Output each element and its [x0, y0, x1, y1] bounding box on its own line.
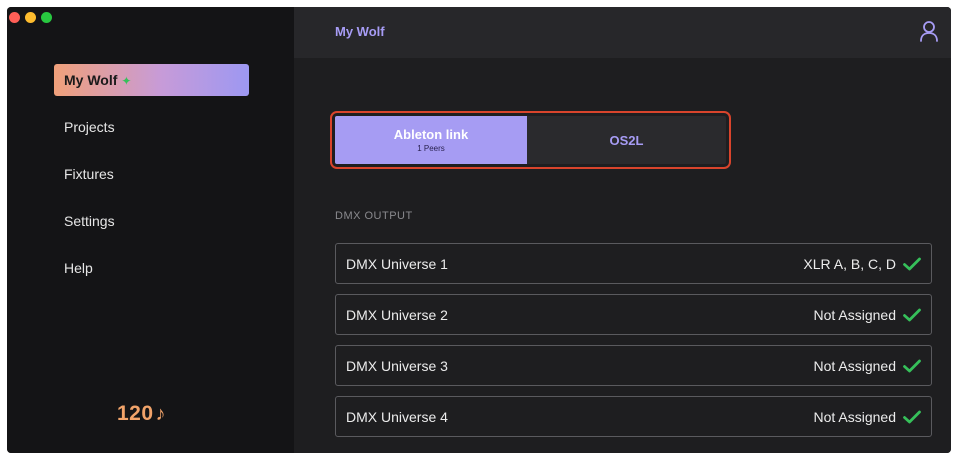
- sidebar-item-my-wolf[interactable]: My Wolf ✦: [54, 64, 249, 96]
- checkmark-icon: [903, 410, 921, 423]
- universe-name: DMX Universe 3: [346, 357, 448, 374]
- peer-count: 1 Peers: [417, 144, 445, 153]
- ableton-link-button[interactable]: Ableton link 1 Peers: [335, 116, 527, 164]
- universe-status: Not Assigned: [813, 357, 897, 374]
- dmx-universe-row-1[interactable]: DMX Universe 1 XLR A, B, C, D: [335, 243, 932, 284]
- checkmark-icon: [903, 359, 921, 372]
- page-title: My Wolf: [335, 24, 385, 39]
- universe-name: DMX Universe 1: [346, 255, 448, 272]
- app-window: My Wolf ✦ Projects Fixtures Settings Help…: [7, 7, 951, 453]
- bpm-value: 120: [117, 402, 154, 425]
- close-window-button[interactable]: [9, 12, 20, 23]
- spark-icon: ✦: [121, 74, 132, 88]
- checkmark-icon: [903, 308, 921, 321]
- sidebar-nav: My Wolf ✦ Projects Fixtures Settings Help: [54, 64, 249, 299]
- sync-mode-toggle: Ableton link 1 Peers OS2L: [335, 116, 726, 164]
- os2l-label: OS2L: [609, 132, 644, 148]
- sidebar-item-label: Settings: [64, 213, 115, 229]
- user-icon[interactable]: [919, 20, 939, 42]
- sidebar-item-label: My Wolf: [64, 72, 118, 88]
- dmx-universe-row-3[interactable]: DMX Universe 3 Not Assigned: [335, 345, 932, 386]
- universe-status: Not Assigned: [813, 306, 897, 323]
- main-panel: My Wolf Ableton link 1 Peers OS2L DMX OU…: [294, 7, 951, 453]
- universe-name: DMX Universe 4: [346, 408, 448, 425]
- os2l-button[interactable]: OS2L: [527, 116, 726, 164]
- sidebar-item-label: Help: [64, 260, 93, 276]
- sidebar-item-fixtures[interactable]: Fixtures: [54, 158, 249, 190]
- bpm-display[interactable]: 120 ♪: [117, 402, 166, 426]
- sidebar-item-help[interactable]: Help: [54, 252, 249, 284]
- ableton-link-label: Ableton link: [393, 127, 469, 142]
- section-heading: DMX OUTPUT: [335, 210, 413, 222]
- sidebar-item-settings[interactable]: Settings: [54, 205, 249, 237]
- sidebar: My Wolf ✦ Projects Fixtures Settings Help…: [7, 7, 294, 453]
- minimize-window-button[interactable]: [25, 12, 36, 23]
- sidebar-item-label: Projects: [64, 119, 115, 135]
- zoom-window-button[interactable]: [41, 12, 52, 23]
- window-controls: [9, 12, 52, 23]
- dmx-universe-row-2[interactable]: DMX Universe 2 Not Assigned: [335, 294, 932, 335]
- universe-status: XLR A, B, C, D: [803, 255, 896, 272]
- header-bar: My Wolf: [294, 7, 951, 58]
- checkmark-icon: [903, 257, 921, 270]
- dmx-universe-row-4[interactable]: DMX Universe 4 Not Assigned: [335, 396, 932, 437]
- universe-name: DMX Universe 2: [346, 306, 448, 323]
- universe-status: Not Assigned: [813, 408, 897, 425]
- sidebar-item-projects[interactable]: Projects: [54, 111, 249, 143]
- sidebar-item-label: Fixtures: [64, 166, 114, 182]
- music-note-icon: ♪: [155, 403, 167, 425]
- dmx-universe-list: DMX Universe 1 XLR A, B, C, D DMX Univer…: [335, 243, 932, 447]
